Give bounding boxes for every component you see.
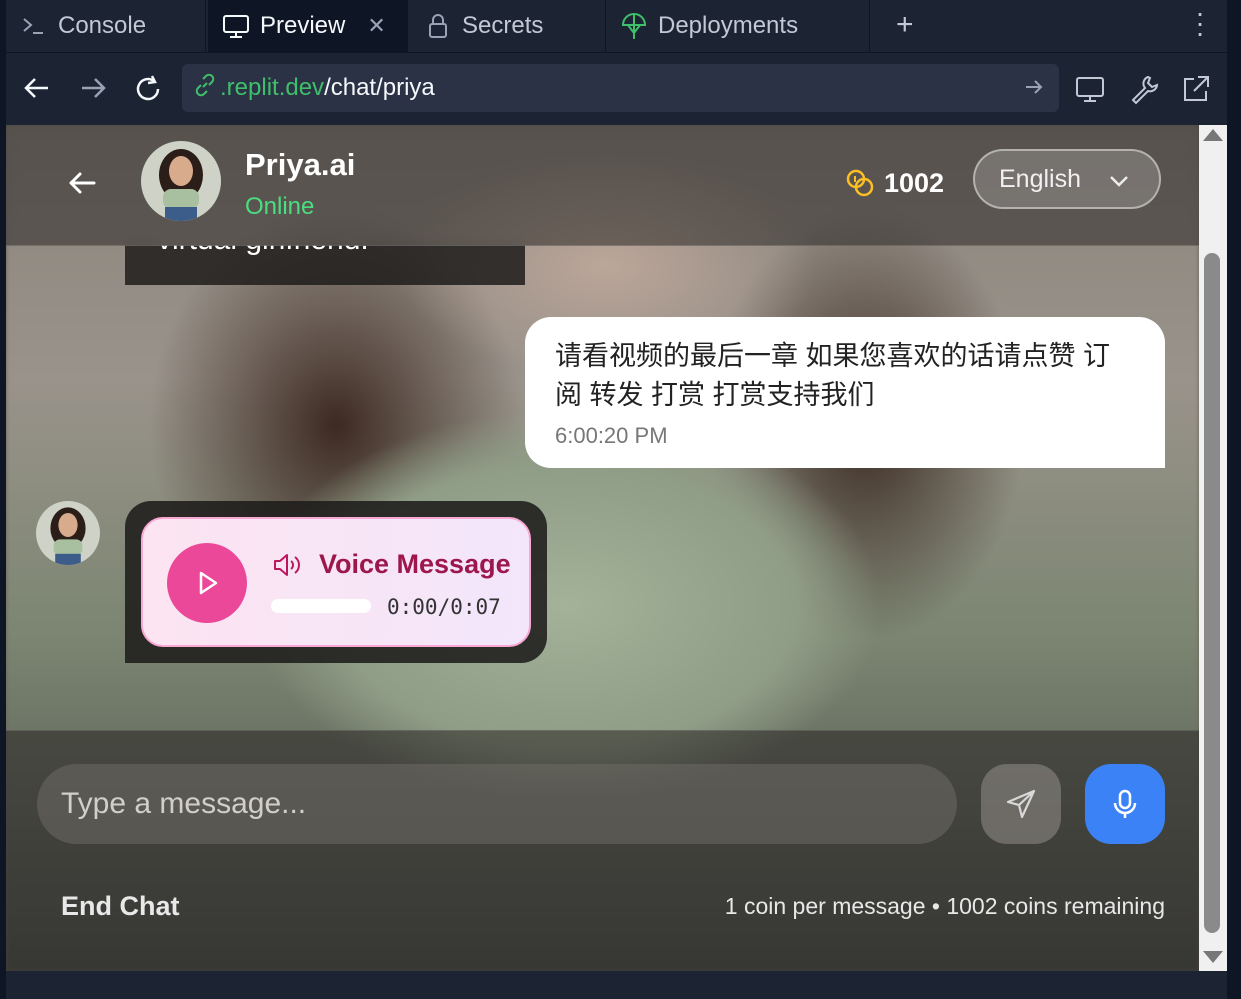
chat-footer: End Chat 1 coin per message • 1002 coins… [6,730,1199,971]
user-message-text: 请看视频的最后一章 如果您喜欢的话请点赞 订阅 转发 打赏 打赏支持我们 [555,341,1111,410]
deploy-icon [620,12,648,40]
language-select[interactable]: English [973,149,1161,209]
language-value: English [999,164,1081,193]
close-icon[interactable]: ✕ [367,13,385,39]
online-status: Online [245,193,315,220]
play-button[interactable] [167,543,247,623]
chat-header: Priya.ai Online 1002 English [6,125,1199,246]
ai-message-bubble: Voice Message 0:00/0:07 [125,501,547,663]
avatar [36,501,100,565]
audio-progress-bar[interactable] [271,599,371,613]
coin-usage-info: 1 coin per message • 1002 coins remainin… [724,893,1165,919]
avatar [141,141,221,221]
reload-button[interactable] [132,73,166,107]
send-button[interactable] [981,764,1061,844]
open-external-icon[interactable] [1180,73,1212,105]
tab-deployments[interactable]: Deployments [608,0,870,52]
tab-secrets[interactable]: Secrets [410,0,606,52]
mic-button[interactable] [1085,764,1165,844]
ide-frame: Console Preview ✕ Secrets Deployments + … [0,0,1241,999]
scrollbar-thumb[interactable] [1204,253,1220,933]
preview-pane: virtual girlfriend. Priya.ai Online 1002… [6,125,1199,971]
previous-message-text: virtual girlfriend. [157,245,369,257]
tab-preview[interactable]: Preview ✕ [208,0,408,52]
bottom-edge [6,971,1227,999]
tab-console[interactable]: Console [6,0,206,52]
url-bar[interactable]: .replit.dev/chat/priya [182,64,1059,112]
previous-message-bubble: virtual girlfriend. [125,245,525,285]
speaker-icon [271,549,303,581]
tab-label: Preview [260,12,346,39]
add-tab-button[interactable]: + [896,8,914,42]
voice-message-player: Voice Message 0:00/0:07 [141,517,531,647]
go-arrow-icon[interactable] [1023,76,1045,105]
vertical-scrollbar[interactable] [1199,125,1227,971]
forward-nav-button[interactable] [78,73,112,107]
tab-label: Secrets [462,12,544,39]
wrench-icon[interactable] [1128,73,1160,105]
url-domain: .replit.dev [220,74,325,101]
scroll-down-arrow-icon[interactable] [1203,951,1223,963]
end-chat-button[interactable]: End Chat [61,891,180,922]
tab-label: Deployments [658,12,799,39]
user-message-bubble: 请看视频的最后一章 如果您喜欢的话请点赞 订阅 转发 打赏 打赏支持我们 6:0… [525,317,1165,468]
url-toolbar: .replit.dev/chat/priya [6,52,1227,125]
lock-icon [424,12,452,40]
message-input[interactable] [37,764,957,844]
scroll-up-arrow-icon[interactable] [1203,129,1223,141]
chat-title: Priya.ai [245,147,356,182]
device-preview-icon[interactable] [1074,73,1106,105]
audio-time: 0:00/0:07 [387,595,501,619]
tab-bar: Console Preview ✕ Secrets Deployments + … [6,0,1227,52]
more-options-icon[interactable]: · · · [1188,0,1212,47]
chevron-down-icon [1107,169,1131,193]
coins-icon [844,167,876,199]
back-button[interactable] [64,165,100,201]
terminal-icon [20,12,48,40]
url-path: /chat/priya [324,74,435,101]
message-timestamp: 6:00:20 PM [555,423,668,448]
monitor-icon [222,12,250,40]
coin-count: 1002 [884,167,945,198]
back-nav-button[interactable] [22,73,56,107]
link-icon [192,72,218,105]
coin-balance: 1002 [844,165,944,201]
voice-message-title: Voice Message [319,549,511,579]
tab-label: Console [58,12,147,39]
